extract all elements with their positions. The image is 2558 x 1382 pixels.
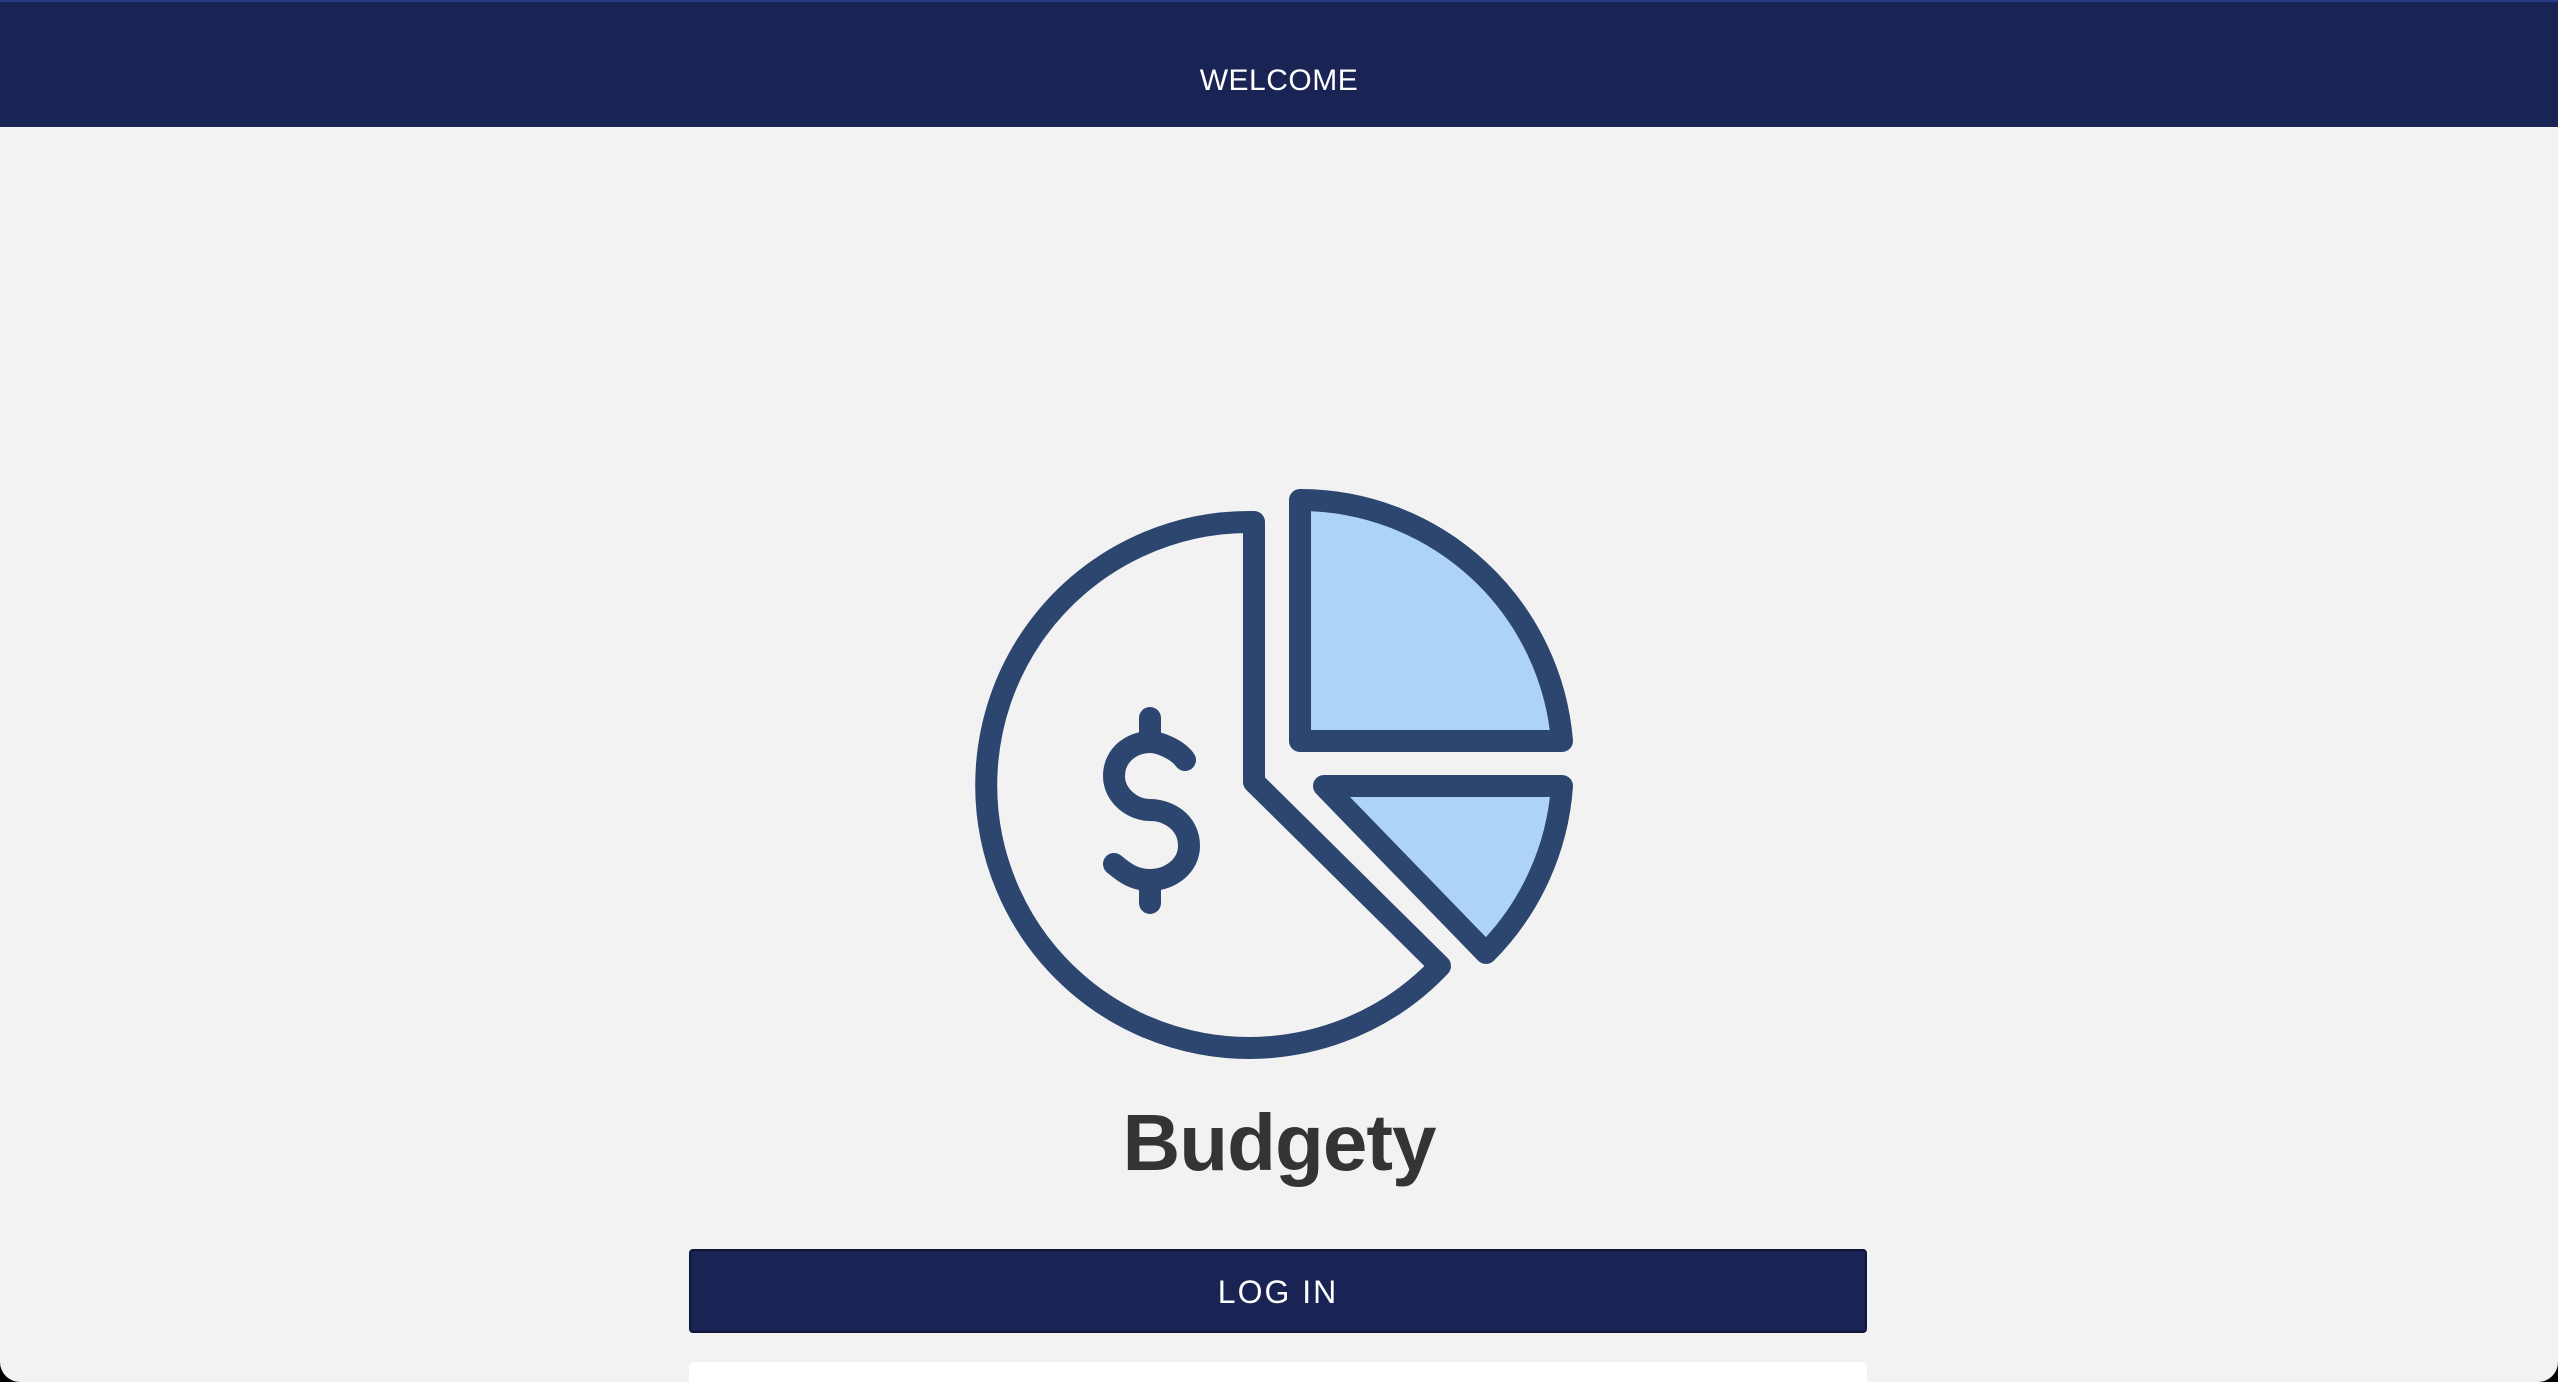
top-bar: WELCOME [0, 0, 2558, 127]
header-title: WELCOME [1199, 64, 1359, 97]
pie-chart-dollar-icon [975, 489, 1573, 1059]
app-name: Budgety [1122, 1098, 1437, 1187]
app-window: WELCOME Budgety LOG IN [0, 0, 2558, 1382]
log-in-button[interactable]: LOG IN [689, 1249, 1867, 1333]
secondary-button[interactable] [689, 1362, 1867, 1382]
